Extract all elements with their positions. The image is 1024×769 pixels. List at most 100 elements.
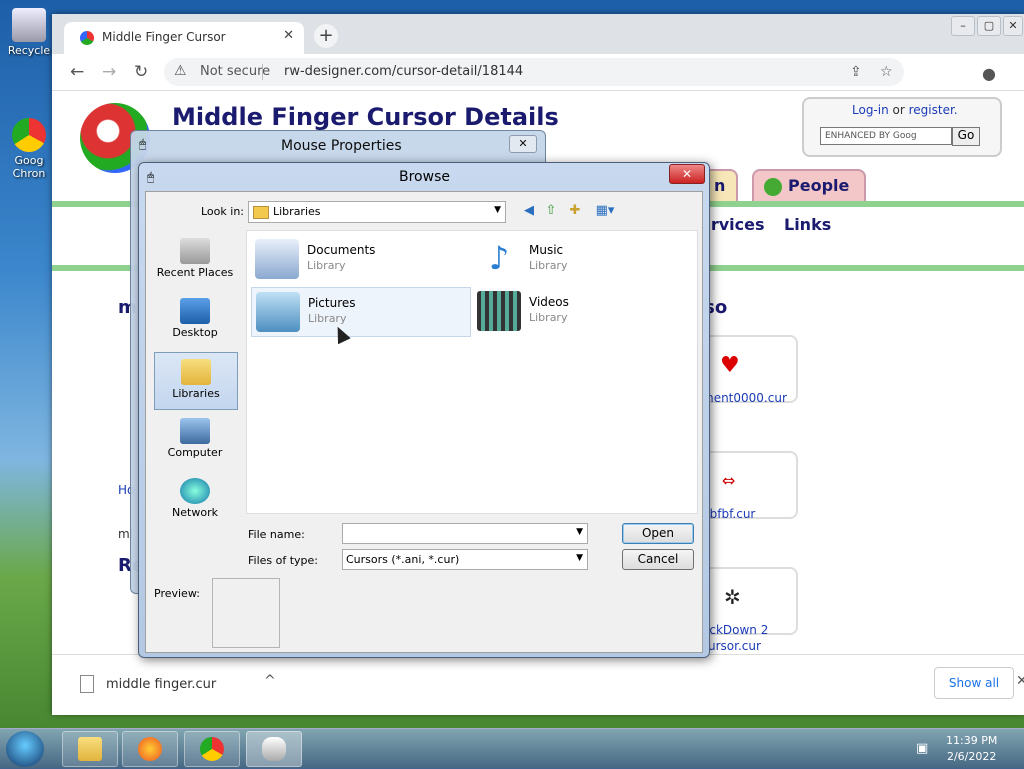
clock-time: 11:39 PM xyxy=(946,734,998,747)
system-clock[interactable]: 11:39 PM 2/6/2022 xyxy=(946,733,997,765)
login-box: Log-in or register. ENHANCED BY Goog Go xyxy=(802,97,1002,157)
look-in-label: Look in: xyxy=(201,205,244,218)
files-of-type-select[interactable]: Cursors (*.ani, *.cur) ▼ xyxy=(342,549,588,570)
chrome-label-line2: Chron xyxy=(12,167,46,180)
videos-icon xyxy=(477,291,521,331)
place-computer-label: Computer xyxy=(167,446,223,459)
or-text: or xyxy=(888,103,909,117)
site-search-input[interactable]: ENHANCED BY Goog xyxy=(820,127,952,145)
chrome-icon xyxy=(12,118,46,152)
browse-body: Look in: Libraries ▼ ◀ ⇧ ✚ ▦▾ Recent Pla… xyxy=(145,191,703,653)
library-videos[interactable]: Videos Library xyxy=(473,287,691,335)
desktop-chrome-shortcut[interactable]: Goog Chron xyxy=(6,118,52,180)
mouse-properties-icon: 🖱 xyxy=(139,137,147,151)
open-button[interactable]: Open xyxy=(622,523,694,544)
download-file-name[interactable]: middle finger.cur xyxy=(106,677,216,692)
show-all-button[interactable]: Show all xyxy=(934,667,1014,699)
place-desktop-label: Desktop xyxy=(172,326,218,339)
place-network[interactable]: Network xyxy=(154,472,236,528)
heart-cursor-icon: ♥ xyxy=(720,353,740,378)
view-menu-icon[interactable]: ▦▾ xyxy=(592,202,618,220)
videos-sub: Library xyxy=(529,311,568,324)
share-icon[interactable]: ⇪ xyxy=(850,64,862,80)
chrome-icon xyxy=(200,737,224,761)
cancel-button[interactable]: Cancel xyxy=(622,549,694,570)
file-name-input[interactable]: ▼ xyxy=(342,523,588,544)
taskbar-chrome[interactable] xyxy=(184,731,240,767)
close-download-bar-icon[interactable]: ✕ xyxy=(1016,673,1024,689)
menu-links-link[interactable]: Links xyxy=(784,215,831,234)
mouse-properties-title: Mouse Properties xyxy=(281,138,402,154)
place-libraries[interactable]: Libraries xyxy=(154,352,238,410)
network-tray-icon[interactable]: ▣ xyxy=(916,741,928,756)
chevron-up-icon[interactable]: ^ xyxy=(264,673,276,689)
chrome-label-line1: Goog xyxy=(14,154,44,167)
browse-title: Browse xyxy=(399,169,450,185)
tab-active[interactable]: Middle Finger Cursor ✕ xyxy=(64,22,304,54)
place-computer[interactable]: Computer xyxy=(154,412,236,468)
taskbar-mouse-properties[interactable] xyxy=(246,731,302,767)
place-desktop[interactable]: Desktop xyxy=(154,292,236,348)
nav-tab-partial-label: n xyxy=(714,176,726,195)
file-list: Documents Library ♪ Music Library Pictur… xyxy=(246,230,698,514)
warning-icon: ⚠ xyxy=(174,63,187,79)
resize-cursor-icon: ⇔ xyxy=(722,471,736,490)
cursor-name-4[interactable]: ursor.cur xyxy=(708,639,761,653)
register-link[interactable]: register. xyxy=(909,103,958,117)
recycle-bin-icon xyxy=(12,8,46,42)
documents-name: Documents xyxy=(307,243,376,257)
tab-strip: Middle Finger Cursor ✕ + – ▢ ✕ xyxy=(52,14,1024,54)
browse-close-button[interactable]: ✕ xyxy=(669,164,705,184)
reload-icon[interactable]: ↻ xyxy=(134,62,148,82)
cursor-name-1[interactable]: ment0000.cur xyxy=(702,391,787,405)
tab-close-button[interactable]: ✕ xyxy=(283,28,294,43)
file-icon xyxy=(80,675,94,693)
files-of-type-label: Files of type: xyxy=(248,554,319,567)
address-bar[interactable]: ⚠ Not secure rw-designer.com/cursor-deta… xyxy=(164,58,904,86)
nav-people-label: People xyxy=(788,176,850,195)
cursor-name-2[interactable]: nbfbf.cur xyxy=(702,507,755,521)
search-go-button[interactable]: Go xyxy=(952,127,980,146)
music-sub: Library xyxy=(529,259,568,272)
bookmark-star-icon[interactable]: ☆ xyxy=(880,64,893,80)
login-link[interactable]: Log-in xyxy=(852,103,889,117)
library-pictures[interactable]: Pictures Library xyxy=(251,287,471,337)
download-bar: middle finger.cur ^ Show all ✕ xyxy=(52,654,1024,715)
documents-sub: Library xyxy=(307,259,346,272)
new-tab-button[interactable]: + xyxy=(314,24,338,48)
library-documents[interactable]: Documents Library xyxy=(251,235,469,283)
taskbar-firefox[interactable] xyxy=(122,731,178,767)
cursor-name-3[interactable]: ackDown 2 xyxy=(702,623,768,637)
close-window-button[interactable]: ✕ xyxy=(1003,16,1023,36)
page-title: Middle Finger Cursor Details xyxy=(172,103,559,131)
crosshair-cursor-icon: ✲ xyxy=(724,585,741,609)
documents-icon xyxy=(255,239,299,279)
clock-date: 2/6/2022 xyxy=(946,750,997,763)
mouse-icon xyxy=(262,737,286,761)
look-in-dropdown[interactable]: Libraries ▼ xyxy=(248,201,506,223)
back-icon[interactable]: ← xyxy=(70,62,84,82)
maximize-button[interactable]: ▢ xyxy=(977,16,1001,36)
folder-icon xyxy=(78,737,102,761)
place-recent[interactable]: Recent Places xyxy=(154,232,236,288)
desktop-recycle-bin[interactable]: Recycle xyxy=(6,8,52,57)
not-secure-label: Not secure xyxy=(200,64,271,79)
music-name: Music xyxy=(529,243,564,257)
minimize-button[interactable]: – xyxy=(951,16,975,36)
libraries-icon xyxy=(181,359,211,385)
taskbar-explorer[interactable] xyxy=(62,731,118,767)
forward-icon[interactable]: → xyxy=(102,62,116,82)
omnibox-divider xyxy=(262,64,263,80)
nav-tab-people[interactable]: People xyxy=(752,169,866,205)
firefox-icon xyxy=(138,737,162,761)
new-folder-icon[interactable]: ✚ xyxy=(566,202,584,220)
browse-dialog-icon: 🖱 xyxy=(147,170,155,184)
profile-icon[interactable]: ● xyxy=(982,64,996,83)
library-music[interactable]: ♪ Music Library xyxy=(473,235,691,283)
back-nav-icon[interactable]: ◀ xyxy=(520,202,538,220)
dropdown-arrow-icon: ▼ xyxy=(576,527,583,537)
mouse-properties-close-button[interactable]: ✕ xyxy=(509,135,537,153)
start-button[interactable] xyxy=(6,731,44,767)
network-icon xyxy=(180,478,210,504)
up-folder-icon[interactable]: ⇧ xyxy=(542,202,560,220)
